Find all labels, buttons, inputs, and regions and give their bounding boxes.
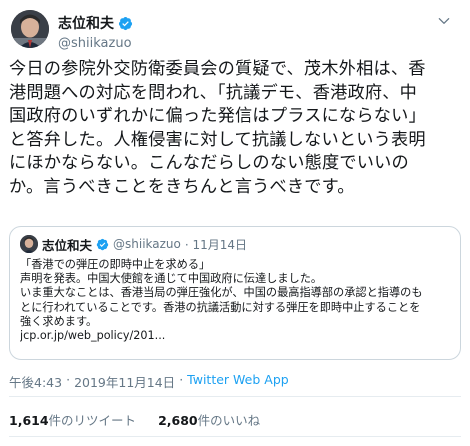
tweet-time[interactable]: 午後4:43 xyxy=(9,372,62,391)
chevron-down-icon[interactable] xyxy=(437,14,451,28)
quoted-avatar xyxy=(20,235,38,253)
retweets-label: 件のリツイート xyxy=(48,413,137,428)
divider xyxy=(9,396,461,397)
quoted-line: 「香港での弾圧の即時中止を求める」 xyxy=(20,258,211,271)
verified-badge-icon xyxy=(96,238,109,250)
avatar[interactable] xyxy=(11,10,49,48)
verified-badge-icon xyxy=(118,16,133,30)
author-name[interactable]: 志位和夫 xyxy=(58,13,114,33)
tweet-source-link[interactable]: Twitter Web App xyxy=(187,372,289,391)
tweet-date[interactable]: 2019年11月14日 xyxy=(74,372,175,391)
quoted-author-name: 志位和夫 xyxy=(42,237,93,253)
quoted-author-handle: @shiikazuo xyxy=(113,237,181,251)
tweet-body-line: か。言うべきことをきちんと言うべきです。 xyxy=(9,176,355,197)
likes-stat[interactable]: 2,680件のいいね xyxy=(158,410,260,429)
avatar-portrait-icon xyxy=(11,10,49,48)
retweets-count: 1,614 xyxy=(9,413,49,428)
tweet-body-line: 今日の参院外交防衛委員会の質疑で、茂木外相は、香 xyxy=(9,59,426,79)
avatar-portrait-icon xyxy=(20,235,38,253)
likes-label: 件のいいね xyxy=(197,413,261,428)
quoted-tweet[interactable]: 志位和夫 @shiikazuo · 11月14日 「香港での弾圧の即時中止を求め… xyxy=(9,226,461,360)
tweet-body-line: と答弁した。人権侵害に対して抗議しないという表明 xyxy=(9,129,426,150)
quoted-link[interactable]: jcp.or.jp/web_policy/201... xyxy=(20,329,450,343)
likes-count: 2,680 xyxy=(158,413,198,428)
retweets-stat[interactable]: 1,614件のリツイート xyxy=(9,410,136,429)
tweet-stats: 1,614件のリツイート 2,680件のいいね xyxy=(9,410,260,429)
quoted-line: 強く求めます。 xyxy=(20,314,98,328)
tweet: 志位和夫 @shiikazuo 今日の参院外交防衛委員会の質疑で、茂木外相は、香… xyxy=(0,0,470,446)
tweet-body-line: 国政府のいずれかに偏った発信はプラスにならない」 xyxy=(9,106,426,126)
tweet-body-line: 港問題への対応を問われ、「抗議デモ、香港政府、中 xyxy=(9,82,418,103)
author-handle[interactable]: @shiikazuo xyxy=(58,36,133,51)
tweet-body: 今日の参院外交防衛委員会の質疑で、茂木外相は、香 港問題への対応を問われ、「抗議… xyxy=(9,58,461,199)
quoted-line: とに行われていることです。香港の抗議活動に対する弾圧を即時中止することを xyxy=(20,300,421,314)
tweet-meta: 午後4:43 · 2019年11月14日 · Twitter Web App xyxy=(9,372,289,391)
meta-separator: · xyxy=(179,372,184,387)
quoted-tweet-header: 志位和夫 @shiikazuo · 11月14日 xyxy=(20,235,450,253)
meta-separator: · xyxy=(66,372,71,387)
quoted-tweet-text: 「香港での弾圧の即時中止を求める」 声明を発表。中国大使館を通じて中国政府に伝達… xyxy=(20,258,450,343)
divider xyxy=(9,436,461,437)
tweet-body-line: にほかならない。こんなだらしのない態度でいいの xyxy=(9,153,409,173)
quoted-line: 声明を発表。中国大使館を通じて中国政府に伝達しました。 xyxy=(20,272,323,286)
quoted-date: · 11月14日 xyxy=(184,237,248,252)
author-block: 志位和夫 @shiikazuo xyxy=(58,13,133,51)
quoted-line: いま重大なことは、香港当局の弾圧強化が、中国の最高指導部の承認と指導のも xyxy=(20,286,423,300)
tweet-header: 志位和夫 @shiikazuo xyxy=(11,10,451,52)
